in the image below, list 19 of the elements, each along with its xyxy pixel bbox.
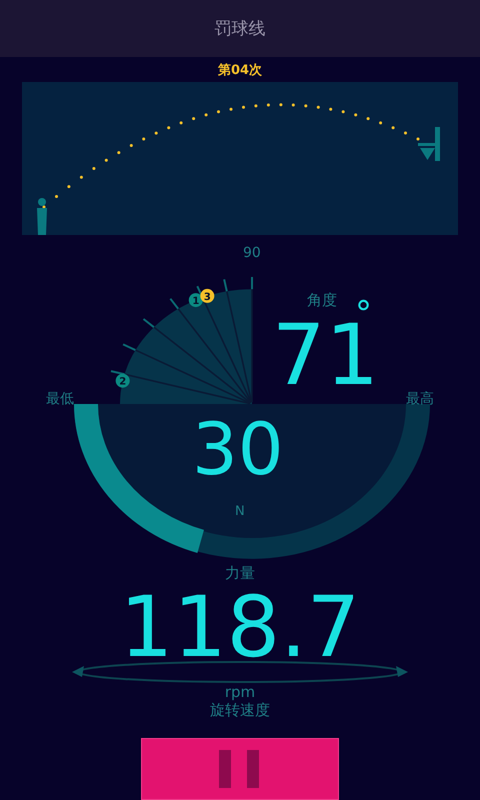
attempt-counter: 第04次	[218, 62, 262, 78]
attempt-marker: 3	[200, 288, 214, 303]
screen-title: 罚球线	[214, 18, 266, 40]
spin-label: 旋转速度	[210, 703, 270, 718]
pause-button[interactable]	[141, 738, 339, 800]
pause-icon	[219, 750, 261, 788]
angle-label: 角度	[307, 293, 337, 308]
force-value: 30	[192, 413, 284, 485]
spin-value: 118.7	[120, 594, 360, 660]
hoop-drawing	[418, 127, 440, 161]
spin-unit: rpm	[224, 685, 256, 700]
player-figure	[37, 198, 47, 235]
force-label: 力量	[225, 566, 255, 581]
attempt-marker: 2	[116, 374, 130, 388]
force-unit: N	[235, 505, 245, 518]
scale-max-label: 90	[243, 246, 261, 260]
min-label: 最低	[46, 392, 74, 406]
max-label: 最高	[406, 392, 434, 406]
attempt-marker: 1	[188, 293, 203, 308]
